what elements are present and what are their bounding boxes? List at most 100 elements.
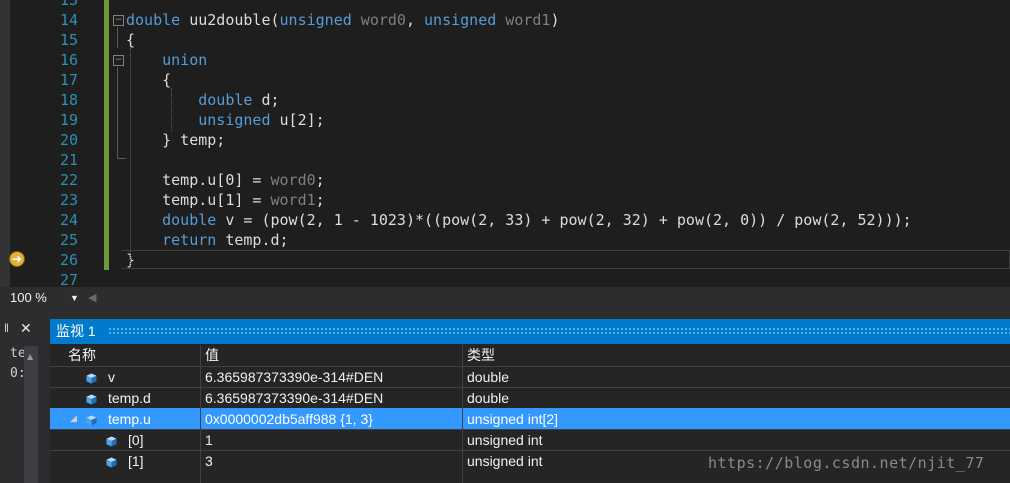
code-line[interactable]: } temp; (126, 130, 225, 150)
line-number: 23 (59, 191, 78, 209)
watch-row[interactable]: [0] 1 unsigned int (50, 429, 1010, 450)
watch-name-cell[interactable]: temp.d (108, 388, 151, 408)
expand-toggle-icon[interactable]: ◢ (70, 409, 77, 429)
current-statement-arrow-icon: ➜ (9, 251, 25, 267)
keyword-token: unsigned (198, 111, 271, 129)
watch-type-cell[interactable]: unsigned int (467, 451, 543, 471)
watch-value-cell[interactable]: 3 (205, 451, 213, 471)
scrollbar[interactable] (24, 346, 38, 483)
keyword-token: unsigned (279, 11, 352, 29)
line-number: 16 (59, 51, 78, 69)
code-token: temp.d; (216, 231, 289, 249)
code-token: uu2double( (180, 11, 280, 29)
watermark: https://blog.csdn.net/njit_77 (708, 454, 985, 472)
watch-value-cell[interactable]: 1 (205, 430, 213, 450)
code-token: v = (pow(2, 1 - 1023)*((pow(2, 33) + pow… (216, 211, 912, 229)
line-number: 27 (59, 271, 78, 287)
code-token: temp.u[0] = (126, 171, 271, 189)
watch-value-cell[interactable]: 6.365987373390e-314#DEN (205, 367, 383, 387)
code-line[interactable]: { (126, 30, 135, 50)
code-token: ) (550, 11, 560, 29)
code-token: { (126, 71, 172, 89)
line-number: 14 (59, 11, 78, 29)
code-line[interactable]: double uu2double(unsigned word0, unsigne… (126, 10, 560, 30)
keyword-token: return (162, 231, 217, 249)
parameter-token: word1 (496, 11, 551, 29)
code-line[interactable]: unsigned u[2]; (126, 110, 325, 130)
pin-icon[interactable]: ‖ (4, 321, 18, 341)
keyword-token: unsigned (424, 11, 497, 29)
fold-guide (117, 150, 126, 159)
line-number: 15 (59, 31, 78, 49)
watch-type-cell[interactable]: double (467, 388, 509, 408)
code-token: temp.u[1] = (126, 191, 271, 209)
code-line[interactable]: temp.u[0] = word0; (126, 170, 325, 190)
fold-guide (117, 67, 118, 150)
keyword-token: double (198, 91, 253, 109)
code-token: u[2]; (270, 111, 325, 129)
code-token: { (126, 31, 136, 49)
variable-cube-icon (86, 413, 97, 426)
code-line[interactable]: return temp.d; (126, 230, 289, 250)
drag-grip[interactable] (108, 327, 1010, 336)
code-line[interactable]: union (126, 50, 207, 70)
watch-name-cell[interactable]: [1] (128, 451, 144, 471)
watch-name-cell[interactable]: v (108, 367, 115, 387)
variable-cube-icon (86, 371, 97, 384)
variable-cube-icon (106, 434, 117, 447)
keyword-token: double (162, 211, 217, 229)
collapse-icon[interactable]: − (113, 55, 124, 66)
watch-title-bar[interactable]: 监视 1 (50, 319, 1010, 344)
code-token: d; (252, 91, 280, 109)
column-header-value[interactable]: 值 (205, 345, 219, 366)
watch-type-cell[interactable]: double (467, 367, 509, 387)
fold-guide (117, 27, 118, 48)
scroll-left-icon[interactable]: ◀ (88, 287, 96, 309)
line-number: 20 (59, 131, 78, 149)
watch-value-cell[interactable]: 0x0000002db5aff988 {1, 3} (205, 409, 373, 429)
watch-row[interactable]: ◢ temp.u 0x0000002db5aff988 {1, 3} unsigned… (50, 408, 1010, 429)
column-divider[interactable] (462, 345, 463, 483)
watch-row[interactable]: v 6.365987373390e-314#DEN double (50, 366, 1010, 387)
line-number: 18 (59, 91, 78, 109)
column-divider[interactable] (200, 345, 201, 483)
line-number: 24 (59, 211, 78, 229)
scroll-up-icon[interactable]: ▲ (27, 352, 33, 361)
line-number: 13 (59, 0, 78, 9)
column-header-name[interactable]: 名称 (68, 345, 96, 366)
code-line[interactable]: double v = (pow(2, 1 - 1023)*((pow(2, 33… (126, 210, 912, 230)
watch-name-cell[interactable]: temp.u (108, 409, 151, 429)
watch-type-cell[interactable]: unsigned int[2] (467, 409, 558, 429)
parameter-token: word0 (270, 171, 316, 189)
variable-cube-icon (106, 455, 117, 468)
code-editor[interactable]: 13 14 15 16 17 18 19 20 21 22 23 24 25 26 27 double uu… (0, 0, 1010, 287)
watch-row[interactable]: temp.d 6.365987373390e-314#DEN double (50, 387, 1010, 408)
line-number: 21 (59, 151, 78, 169)
panel-splitter[interactable] (0, 309, 1010, 319)
watch-name-cell[interactable]: [0] (128, 430, 144, 450)
code-line[interactable]: temp.u[1] = word1; (126, 190, 325, 210)
column-header-type[interactable]: 类型 (467, 345, 495, 366)
close-icon[interactable]: ✕ (20, 321, 32, 337)
current-line-highlight (122, 250, 1010, 269)
keyword-token: union (162, 51, 208, 69)
watch-title: 监视 1 (56, 323, 96, 339)
code-token: ; (315, 191, 325, 209)
code-line[interactable]: { (126, 70, 171, 90)
line-number: 19 (59, 111, 78, 129)
code-token: ; (315, 171, 325, 189)
code-token: } temp; (126, 131, 226, 149)
editor-gutter (0, 0, 10, 287)
watch-type-cell[interactable]: unsigned int (467, 430, 543, 450)
code-line[interactable]: double d; (126, 90, 280, 110)
chevron-down-icon[interactable]: ▼ (70, 287, 79, 309)
variable-cube-icon (86, 392, 97, 405)
watch-value-cell[interactable]: 6.365987373390e-314#DEN (205, 388, 383, 408)
line-number: 17 (59, 71, 78, 89)
collapse-icon[interactable]: − (113, 15, 124, 26)
